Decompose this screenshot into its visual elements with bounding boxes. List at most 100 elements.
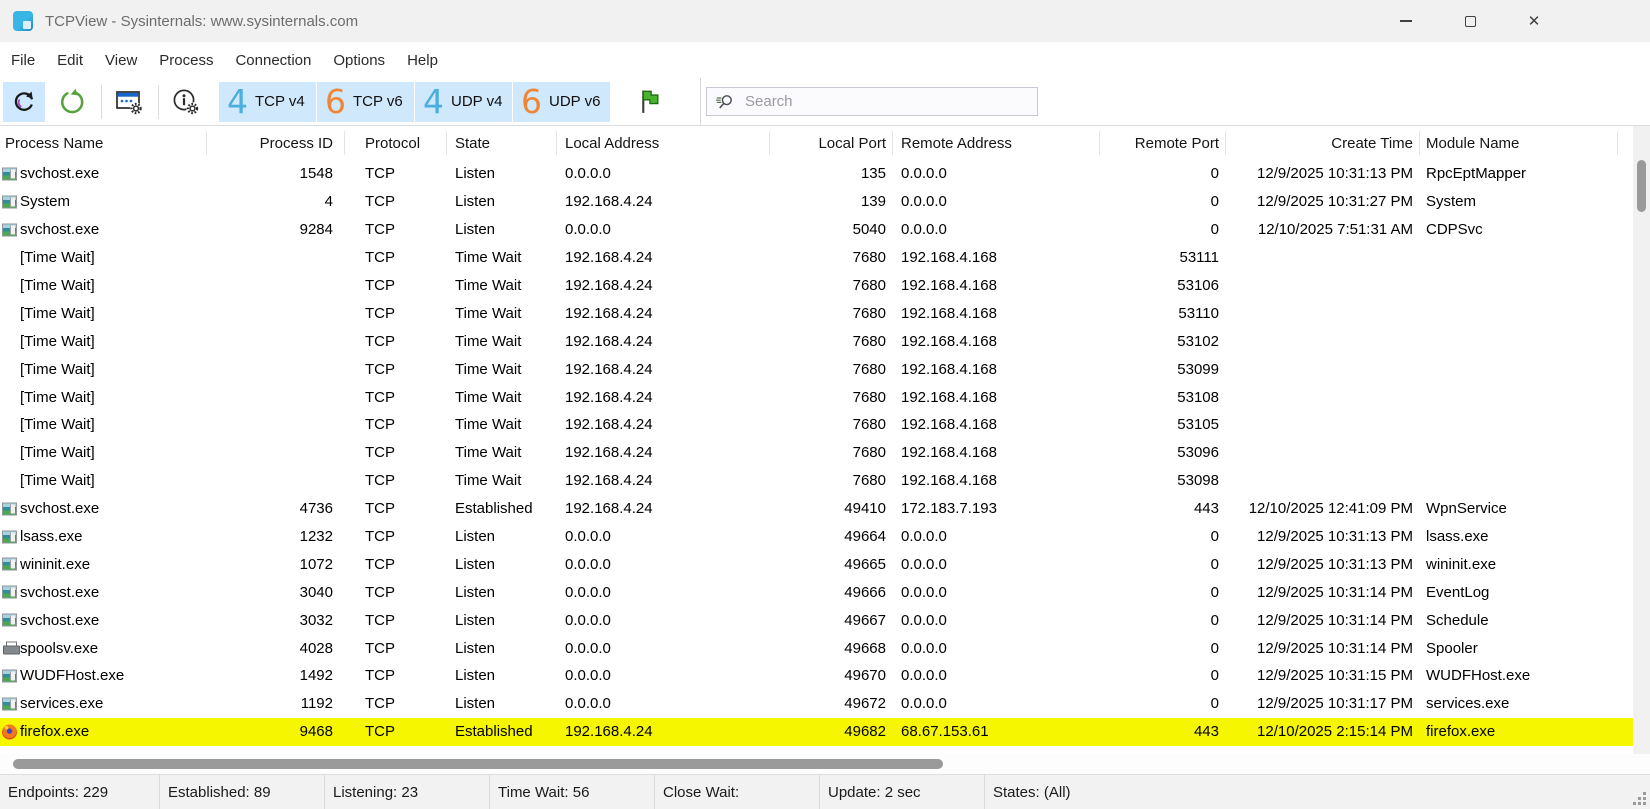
cell-local-address: 192.168.4.24 xyxy=(565,416,653,434)
cell-local-address: 192.168.4.24 xyxy=(565,249,653,267)
flag-button[interactable] xyxy=(628,82,670,122)
table-row-svchost-exe[interactable]: svchost.exe 3032 TCP Listen 0.0.0.0 49667 0.0.… xyxy=(0,606,1650,634)
cell-create-time: 12/9/2025 10:31:13 PM xyxy=(1257,165,1413,183)
table-row-time-wait[interactable]: [Time Wait] TCP Time Wait 192.168.4.24 7680 1… xyxy=(0,299,1650,327)
menu-edit[interactable]: Edit xyxy=(46,52,94,69)
table-row-svchost-exe[interactable]: svchost.exe 3040 TCP Listen 0.0.0.0 49666 0.0.… xyxy=(0,578,1650,606)
maximize-button[interactable] xyxy=(1438,0,1502,42)
table-row-wininit-exe[interactable]: wininit.exe 1072 TCP Listen 0.0.0.0 49665 0.0.… xyxy=(0,550,1650,578)
vertical-scrollbar-thumb[interactable] xyxy=(1637,160,1646,212)
table-row-time-wait[interactable]: [Time Wait] TCP Time Wait 192.168.4.24 7680 1… xyxy=(0,272,1650,300)
toolbar: 4 TCP v4 6 TCP v6 4 UDP v4 6 UDP v6 xyxy=(0,78,1650,126)
service-icon xyxy=(2,502,17,516)
table-row-time-wait[interactable]: [Time Wait] TCP Time Wait 192.168.4.24 7680 1… xyxy=(0,327,1650,355)
table-row-spoolsv-exe[interactable]: spoolsv.exe 4028 TCP Listen 0.0.0.0 49668 0.0.… xyxy=(0,634,1650,662)
cell-module-name: EventLog xyxy=(1426,583,1490,601)
cell-create-time: 12/9/2025 10:31:13 PM xyxy=(1257,555,1413,573)
cell-remote-address: 192.168.4.168 xyxy=(901,472,997,490)
column-header-local-port[interactable]: Local Port xyxy=(770,126,893,160)
horizontal-scrollbar[interactable] xyxy=(0,754,1650,774)
minimize-button[interactable] xyxy=(1374,0,1438,42)
table-row-svchost-exe[interactable]: svchost.exe 9284 TCP Listen 0.0.0.0 5040 0.0.0… xyxy=(0,216,1650,244)
search-input[interactable] xyxy=(743,92,1037,111)
menu-process[interactable]: Process xyxy=(148,52,224,69)
cell-create-time: 12/9/2025 10:31:15 PM xyxy=(1257,667,1413,685)
pause-refresh-button[interactable] xyxy=(51,82,93,122)
cell-state: Listen xyxy=(455,611,496,629)
table-row-wudfhost-exe[interactable]: WUDFHost.exe 1492 TCP Listen 0.0.0.0 49670 0.0… xyxy=(0,662,1650,690)
cell-module-name: services.exe xyxy=(1426,695,1510,713)
menu-connection[interactable]: Connection xyxy=(224,52,322,69)
toggle-udp-v4[interactable]: 4 UDP v4 xyxy=(415,81,512,122)
service-icon xyxy=(2,669,17,683)
menu-file[interactable]: File xyxy=(0,52,46,69)
column-header-state[interactable]: State xyxy=(447,126,557,160)
toolbar-separator xyxy=(158,84,159,119)
cell-local-address: 192.168.4.24 xyxy=(565,472,653,490)
cell-create-time: 12/9/2025 10:31:14 PM xyxy=(1257,611,1413,629)
menu-help[interactable]: Help xyxy=(396,52,449,69)
tcpview-window: TCPView - Sysinternals: www.sysinternals… xyxy=(0,0,1650,809)
table-row-time-wait[interactable]: [Time Wait] TCP Time Wait 192.168.4.24 7680 1… xyxy=(0,244,1650,272)
cell-remote-address: 0.0.0.0 xyxy=(901,193,947,211)
table-row-svchost-exe[interactable]: svchost.exe 1548 TCP Listen 0.0.0.0 135 0.0.0.… xyxy=(0,160,1650,188)
table-row-time-wait[interactable]: [Time Wait] TCP Time Wait 192.168.4.24 7680 1… xyxy=(0,439,1650,467)
cell-remote-address: 0.0.0.0 xyxy=(901,639,947,657)
status-bar: Endpoints: 229 Established: 89 Listening: … xyxy=(0,774,1650,809)
table-header: Process Name Process ID Protocol State Local… xyxy=(0,126,1650,160)
column-header-remote-port[interactable]: Remote Port xyxy=(1100,126,1226,160)
cell-remote-address: 192.168.4.168 xyxy=(901,388,997,406)
process-name-text: svchost.exe xyxy=(20,221,100,239)
column-header-module-name[interactable]: Module Name xyxy=(1420,126,1618,160)
toggle-tcp-v6[interactable]: 6 TCP v6 xyxy=(317,81,414,122)
column-header-process-id[interactable]: Process ID xyxy=(207,126,345,160)
refresh-button[interactable] xyxy=(3,81,45,122)
app-icon xyxy=(13,11,33,31)
toggle-label: TCP v6 xyxy=(353,93,403,110)
menu-options[interactable]: Options xyxy=(322,52,396,69)
process-name-text: wininit.exe xyxy=(20,555,91,573)
table-row-system[interactable]: System 4 TCP Listen 192.168.4.24 139 0.0.0.0 0 1… xyxy=(0,188,1650,216)
cell-state: Time Wait xyxy=(455,277,522,294)
cell-protocol: TCP xyxy=(365,193,395,211)
cell-process-name: svchost.exe xyxy=(0,500,207,517)
column-header-process-name[interactable]: Process Name xyxy=(0,126,207,160)
cell-process-name: [Time Wait] xyxy=(0,444,207,461)
search-icon xyxy=(716,94,732,109)
refresh-green-icon xyxy=(60,88,84,113)
table-row-time-wait[interactable]: [Time Wait] TCP Time Wait 192.168.4.24 7680 1… xyxy=(0,383,1650,411)
cell-local-address: 0.0.0.0 xyxy=(565,583,611,601)
close-button[interactable]: ✕ xyxy=(1502,0,1566,42)
refresh-icon xyxy=(14,91,34,111)
table-row-firefox-exe[interactable]: firefox.exe 9468 TCP Established 192.168.4.2… xyxy=(0,717,1650,746)
table-row-services-exe[interactable]: services.exe 1192 TCP Listen 0.0.0.0 49672 0.0… xyxy=(0,690,1650,718)
connection-info-button[interactable] xyxy=(165,82,207,122)
table-row-lsass-exe[interactable]: lsass.exe 1232 TCP Listen 0.0.0.0 49664 0.0.0.… xyxy=(0,523,1650,551)
table-row-time-wait[interactable]: [Time Wait] TCP Time Wait 192.168.4.24 7680 1… xyxy=(0,467,1650,495)
column-header-local-address[interactable]: Local Address xyxy=(557,126,770,160)
process-properties-button[interactable] xyxy=(108,82,150,122)
status-update: Update: 2 sec xyxy=(820,775,985,809)
column-header-protocol[interactable]: Protocol xyxy=(345,126,447,160)
cell-local-port: 7680 xyxy=(852,416,886,434)
resize-grip-icon[interactable] xyxy=(1633,792,1646,805)
cell-process-name: lsass.exe xyxy=(0,528,207,545)
cell-remote-address: 0.0.0.0 xyxy=(901,667,947,685)
cell-local-address: 192.168.4.24 xyxy=(565,388,653,406)
cell-remote-address: 68.67.153.61 xyxy=(901,723,989,741)
cell-local-address: 192.168.4.24 xyxy=(565,444,653,462)
column-header-remote-address[interactable]: Remote Address xyxy=(893,126,1100,160)
toggle-udp-v6[interactable]: 6 UDP v6 xyxy=(513,81,610,122)
menu-view[interactable]: View xyxy=(94,52,148,69)
table-row-time-wait[interactable]: [Time Wait] TCP Time Wait 192.168.4.24 7680 1… xyxy=(0,355,1650,383)
toggle-tcp-v4[interactable]: 4 TCP v4 xyxy=(219,81,316,122)
table-row-time-wait[interactable]: [Time Wait] TCP Time Wait 192.168.4.24 7680 1… xyxy=(0,411,1650,439)
cell-local-port: 49670 xyxy=(844,667,886,685)
horizontal-scrollbar-thumb[interactable] xyxy=(13,759,943,769)
table-row-svchost-exe[interactable]: svchost.exe 4736 TCP Established 192.168.4.2… xyxy=(0,495,1650,523)
cell-module-name: WUDFHost.exe xyxy=(1426,667,1531,685)
column-header-create-time[interactable]: Create Time xyxy=(1226,126,1420,160)
cell-process-name: System xyxy=(0,193,207,210)
vertical-scrollbar[interactable] xyxy=(1633,126,1650,754)
search-box[interactable] xyxy=(706,87,1038,116)
